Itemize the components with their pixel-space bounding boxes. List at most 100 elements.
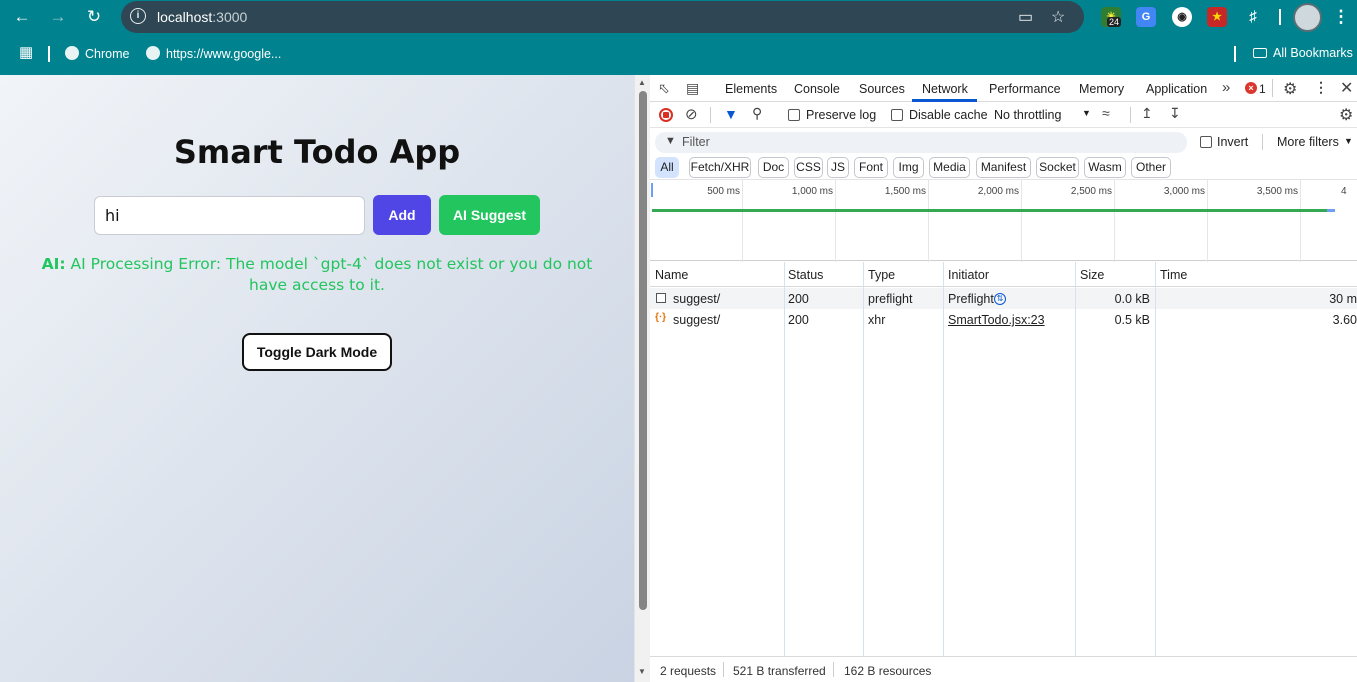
scroll-down-icon[interactable]: ▼ bbox=[638, 667, 646, 676]
clear-icon[interactable]: ⊘ bbox=[685, 105, 698, 123]
tabbar-divider bbox=[1272, 79, 1273, 97]
add-button[interactable]: Add bbox=[373, 195, 431, 235]
address-bar[interactable]: i localhost:3000 ▭ ☆ bbox=[121, 1, 1084, 33]
address-url[interactable]: localhost:3000 bbox=[157, 9, 247, 25]
inspect-element-icon[interactable]: ⬁ bbox=[658, 80, 670, 97]
bookmark-chrome[interactable]: Chrome bbox=[65, 46, 129, 61]
profile-avatar[interactable] bbox=[1293, 3, 1322, 32]
column-initiator[interactable]: Initiator bbox=[948, 268, 989, 282]
column-status[interactable]: Status bbox=[788, 268, 823, 282]
column-divider[interactable] bbox=[943, 262, 944, 657]
filter-icon: ▼ bbox=[665, 135, 676, 147]
tab-performance[interactable]: Performance bbox=[989, 82, 1061, 96]
extensions-puzzle-icon[interactable]: ♯ bbox=[1243, 7, 1263, 27]
ai-suggest-button[interactable]: AI Suggest bbox=[439, 195, 540, 235]
preflight-link-icon[interactable]: ⇅ bbox=[994, 293, 1006, 305]
chip-socket[interactable]: Socket bbox=[1036, 157, 1079, 178]
site-info-icon[interactable]: i bbox=[130, 8, 146, 24]
toolbar-divider bbox=[1130, 107, 1131, 123]
chevron-down-icon[interactable]: ▼ bbox=[1082, 108, 1091, 118]
devtools-menu-icon[interactable]: ⋮ bbox=[1314, 79, 1328, 96]
apps-grid-icon[interactable]: ▦ bbox=[19, 43, 33, 61]
filter-input[interactable]: ▼ Filter bbox=[655, 132, 1187, 153]
chip-font[interactable]: Font bbox=[854, 157, 888, 178]
bookmark-google[interactable]: https://www.google... bbox=[146, 46, 281, 61]
search-icon[interactable]: ⚲ bbox=[752, 105, 762, 122]
chip-doc[interactable]: Doc bbox=[758, 157, 789, 178]
disable-cache-checkbox[interactable] bbox=[891, 109, 903, 121]
timeline-tick bbox=[742, 180, 743, 262]
todo-input[interactable]: hi bbox=[94, 196, 365, 235]
forward-icon[interactable]: → bbox=[47, 6, 69, 28]
column-divider[interactable] bbox=[784, 262, 785, 657]
chip-js[interactable]: JS bbox=[827, 157, 849, 178]
column-size[interactable]: Size bbox=[1080, 268, 1104, 282]
google-icon bbox=[146, 46, 160, 60]
error-count[interactable]: 1 bbox=[1259, 82, 1266, 96]
tab-memory[interactable]: Memory bbox=[1079, 82, 1124, 96]
table-row[interactable]: suggest/ 200 preflight Preflight ⇅ 0.0 k… bbox=[650, 288, 1357, 309]
more-tabs-icon[interactable]: » bbox=[1222, 79, 1230, 96]
device-toolbar-icon[interactable]: ▤ bbox=[686, 80, 699, 97]
more-filters-chevron-icon[interactable]: ▼ bbox=[1344, 136, 1353, 146]
timeline-tick bbox=[1021, 180, 1022, 262]
timeline-tick bbox=[1207, 180, 1208, 262]
column-name[interactable]: Name bbox=[655, 268, 688, 282]
reload-icon[interactable]: ↻ bbox=[83, 6, 105, 28]
filter-funnel-icon[interactable]: ▼ bbox=[724, 106, 738, 122]
request-initiator: Preflight bbox=[948, 292, 994, 306]
invert-checkbox[interactable] bbox=[1200, 136, 1212, 148]
tab-application[interactable]: Application bbox=[1146, 82, 1207, 96]
page-scrollbar[interactable]: ▲ ▼ bbox=[634, 75, 650, 682]
chip-media[interactable]: Media bbox=[929, 157, 970, 178]
chip-all[interactable]: All bbox=[655, 157, 679, 178]
column-divider[interactable] bbox=[1075, 262, 1076, 657]
tab-console[interactable]: Console bbox=[794, 82, 840, 96]
network-overview-timeline[interactable]: 500 ms 1,000 ms 1,500 ms 2,000 ms 2,500 … bbox=[650, 179, 1357, 262]
column-divider[interactable] bbox=[863, 262, 864, 657]
chip-wasm[interactable]: Wasm bbox=[1084, 157, 1126, 178]
close-devtools-icon[interactable]: ✕ bbox=[1340, 78, 1353, 98]
network-conditions-icon[interactable]: ≈ bbox=[1102, 105, 1110, 121]
import-har-icon[interactable]: ↥ bbox=[1141, 105, 1153, 122]
column-type[interactable]: Type bbox=[868, 268, 895, 282]
back-icon[interactable]: ← bbox=[11, 6, 33, 28]
xhr-fetch-icon: {⋅} bbox=[655, 312, 666, 323]
extension-circle-icon[interactable]: ◉ bbox=[1172, 7, 1192, 27]
toggle-dark-mode-button[interactable]: Toggle Dark Mode bbox=[242, 333, 392, 371]
request-type: preflight bbox=[868, 292, 913, 306]
record-stop-icon[interactable] bbox=[659, 108, 673, 122]
scrollbar-thumb[interactable] bbox=[639, 91, 647, 610]
request-name: suggest/ bbox=[673, 313, 721, 327]
chip-other[interactable]: Other bbox=[1131, 157, 1171, 178]
bookmarks-bar: ▦ Chrome https://www.google... All Bookm… bbox=[0, 40, 1357, 68]
tab-elements[interactable]: Elements bbox=[725, 82, 777, 96]
request-initiator-link[interactable]: SmartTodo.jsx:23 bbox=[948, 313, 1045, 327]
install-app-icon[interactable]: ▭ bbox=[1018, 7, 1033, 27]
scroll-up-icon[interactable]: ▲ bbox=[638, 78, 646, 87]
table-row[interactable]: {⋅} suggest/ 200 xhr SmartTodo.jsx:23 0.… bbox=[650, 309, 1357, 330]
filter-placeholder: Filter bbox=[682, 135, 710, 149]
tab-network[interactable]: Network bbox=[922, 82, 968, 96]
error-icon[interactable]: × bbox=[1245, 82, 1257, 94]
chip-fetch-xhr[interactable]: Fetch/XHR bbox=[689, 157, 751, 178]
page-title: Smart Todo App bbox=[173, 133, 461, 171]
bookmark-star-icon[interactable]: ☆ bbox=[1051, 7, 1065, 27]
timeline-label: 3,000 ms bbox=[1163, 186, 1205, 197]
menu-kebab-icon[interactable]: ⋮ bbox=[1330, 6, 1352, 28]
chip-manifest[interactable]: Manifest bbox=[976, 157, 1031, 178]
all-bookmarks[interactable]: All Bookmarks bbox=[1253, 46, 1353, 60]
throttling-select[interactable]: No throttling bbox=[994, 108, 1061, 122]
translate-extension-icon[interactable]: G bbox=[1136, 7, 1156, 27]
tab-sources[interactable]: Sources bbox=[859, 82, 905, 96]
network-settings-gear-icon[interactable]: ⚙ bbox=[1339, 105, 1353, 125]
export-har-icon[interactable]: ↧ bbox=[1169, 105, 1181, 122]
extension-star-icon[interactable]: ★ bbox=[1207, 7, 1227, 27]
preserve-log-checkbox[interactable] bbox=[788, 109, 800, 121]
chip-css[interactable]: CSS bbox=[794, 157, 823, 178]
column-divider[interactable] bbox=[1155, 262, 1156, 657]
column-time[interactable]: Time bbox=[1160, 268, 1187, 282]
settings-gear-icon[interactable]: ⚙ bbox=[1283, 79, 1297, 99]
chip-img[interactable]: Img bbox=[893, 157, 924, 178]
more-filters-button[interactable]: More filters bbox=[1277, 135, 1339, 149]
